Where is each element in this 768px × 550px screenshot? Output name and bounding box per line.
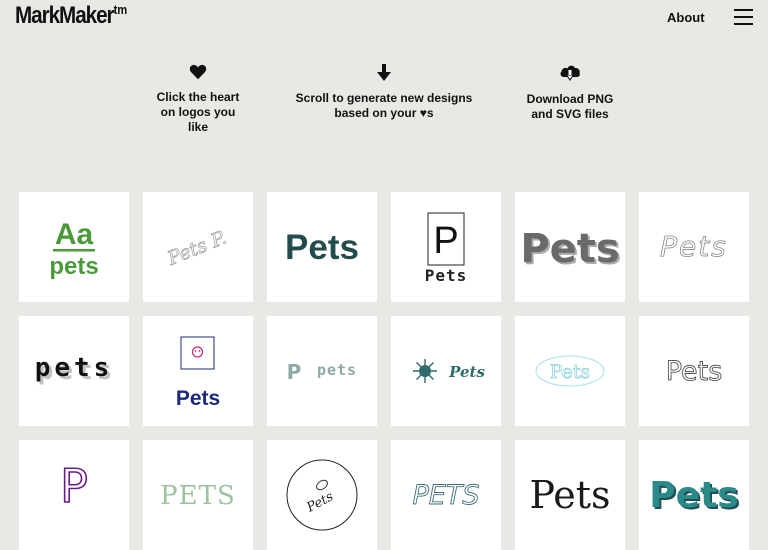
- step-scroll-text: Scroll to generate new designs based on …: [295, 91, 473, 120]
- logo-card[interactable]: Pets: [639, 192, 749, 302]
- logo-card[interactable]: Aa pets: [19, 192, 129, 302]
- heart-icon: [189, 64, 207, 80]
- logo-text: PETS: [413, 480, 480, 511]
- logo-text: Pets: [649, 475, 738, 516]
- cloud-download-icon: [560, 65, 580, 81]
- logo-card[interactable]: Pets: [639, 316, 749, 426]
- logo-letter: P: [433, 220, 458, 262]
- logo-card[interactable]: P: [19, 440, 129, 550]
- logo-text: Pets: [448, 363, 485, 381]
- logo-card[interactable]: Pets P.: [143, 192, 253, 302]
- logo-text: Pets: [666, 356, 723, 387]
- logo-text: Pets: [550, 361, 591, 383]
- logo-text: Pets: [176, 387, 220, 410]
- trademark-mark: tm: [113, 2, 128, 17]
- logo-divider: [53, 249, 95, 252]
- logo-letter: P: [287, 360, 302, 384]
- logo-card[interactable]: Pets: [143, 316, 253, 426]
- brand-logo[interactable]: MarkMakertm: [15, 2, 127, 30]
- logo-text: Pets: [425, 266, 468, 285]
- step-download-text: Download PNG and SVG files: [526, 92, 614, 121]
- logo-text-top: Aa: [55, 218, 94, 251]
- logo-text: Pets: [529, 473, 610, 517]
- logo-card[interactable]: Pets: [391, 316, 501, 426]
- hamburger-menu-icon[interactable]: [734, 9, 753, 25]
- logo-card[interactable]: PETS: [143, 440, 253, 550]
- logo-text: pets: [35, 353, 114, 383]
- logo-card[interactable]: Pets: [515, 440, 625, 550]
- logo-text: PETS: [160, 481, 236, 511]
- logo-text: Pets: [520, 226, 619, 272]
- logo-card[interactable]: Pets Pets: [639, 440, 749, 550]
- logo-card[interactable]: pets pets: [19, 316, 129, 426]
- logo-text: Pets: [285, 228, 359, 267]
- logo-letter: P: [60, 459, 88, 513]
- logo-card[interactable]: PETS: [391, 440, 501, 550]
- logo-text: Pets P.: [164, 226, 230, 270]
- logo-card[interactable]: P Pets: [391, 192, 501, 302]
- logo-card[interactable]: P pets: [267, 316, 377, 426]
- arrow-down-icon: [377, 64, 391, 81]
- logo-frame: [180, 336, 215, 370]
- logo-text: pets: [317, 361, 357, 379]
- step-like: Click the heart on logos you like: [143, 64, 253, 135]
- logo-card[interactable]: Pets: [515, 316, 625, 426]
- logo-text: Pets: [660, 230, 728, 263]
- brand-name: MarkMaker: [15, 2, 115, 29]
- about-link[interactable]: About: [667, 10, 705, 25]
- step-scroll: Scroll to generate new designs based on …: [278, 64, 490, 121]
- heart-icon: ♥: [419, 106, 427, 120]
- logo-text-bottom: pets: [49, 253, 98, 280]
- logo-card[interactable]: Pets: [267, 192, 377, 302]
- logo-card[interactable]: Pets: [267, 440, 377, 550]
- step-like-text: Click the heart on logos you like: [156, 90, 240, 134]
- step-download: Download PNG and SVG files: [506, 64, 634, 122]
- logo-card[interactable]: Pets Pets: [515, 192, 625, 302]
